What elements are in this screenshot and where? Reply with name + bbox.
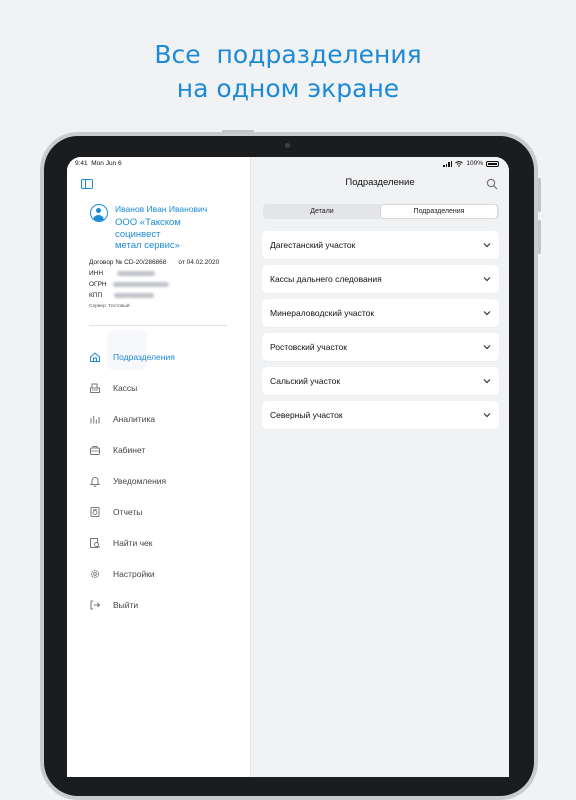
- sidebar-item-logout[interactable]: Выйти: [89, 598, 138, 612]
- home-icon: [89, 351, 101, 363]
- sidebar-item-units[interactable]: Подразделения: [89, 350, 175, 364]
- tab-details[interactable]: Детали: [263, 204, 381, 219]
- chevron-down-icon: [483, 345, 491, 350]
- chevron-down-icon: [483, 413, 491, 418]
- sidebar-item-settings[interactable]: Настройки: [89, 567, 155, 581]
- status-indicators: 100%: [443, 160, 499, 167]
- bell-icon: [89, 475, 101, 487]
- ogrn-label: ОГРН: [89, 281, 107, 288]
- kpp-row: КПП: [89, 292, 155, 299]
- search-icon[interactable]: [486, 178, 498, 190]
- list-item[interactable]: Минераловодский участок: [262, 299, 499, 327]
- inn-row: ИНН: [89, 270, 156, 277]
- chevron-down-icon: [483, 243, 491, 248]
- find-receipt-icon: [89, 537, 101, 549]
- headline-line-2: на одном экране: [176, 74, 400, 103]
- unit-name: Сальский участок: [270, 376, 341, 386]
- status-time: 9:41 Mon Jun 6: [75, 160, 122, 167]
- unit-name: Ростовский участок: [270, 342, 347, 352]
- sidebar-item-analytics[interactable]: Аналитика: [89, 412, 155, 426]
- contract-date: от 04.02.2020: [178, 259, 220, 266]
- page-title: Подразделение: [345, 177, 415, 188]
- list-item[interactable]: Дагестанский участок: [262, 231, 499, 259]
- sidebar-toggle-icon[interactable]: [81, 179, 93, 189]
- register-icon: [89, 382, 101, 394]
- sidebar-item-find-receipt[interactable]: Найти чек: [89, 536, 153, 550]
- status-date: Mon Jun 6: [91, 160, 122, 167]
- chevron-down-icon: [483, 311, 491, 316]
- sidebar: Иванов Иван Иванович ООО «Такском социнв…: [67, 157, 251, 777]
- chevron-down-icon: [483, 379, 491, 384]
- server-info: Сервер: Тестовый: [89, 304, 130, 309]
- sidebar-item-cabinet[interactable]: Кабинет: [89, 443, 145, 457]
- sidebar-item-label: Кассы: [113, 383, 138, 393]
- chevron-down-icon: [483, 277, 491, 282]
- contract-number: Договор № CD-20/286868: [89, 259, 167, 266]
- headline-line-1: Все подразделения: [154, 40, 422, 69]
- kpp-value-redacted: [114, 292, 155, 298]
- promo-headline: Все подразделения на одном экране: [0, 38, 576, 106]
- ogrn-value-redacted: [112, 281, 169, 287]
- kpp-label: КПП: [89, 292, 103, 299]
- battery-percent: 100%: [466, 160, 483, 167]
- briefcase-icon: [89, 444, 101, 456]
- org-line-3: метал сервис»: [115, 240, 180, 251]
- gear-icon: [89, 568, 101, 580]
- signal-icon: [443, 160, 453, 167]
- sidebar-item-label: Настройки: [113, 569, 155, 579]
- sidebar-item-reports[interactable]: Отчеты: [89, 505, 142, 519]
- sidebar-item-label: Аналитика: [113, 414, 156, 424]
- sidebar-item-registers[interactable]: Кассы: [89, 381, 137, 395]
- list-item[interactable]: Сальский участок: [262, 367, 499, 395]
- ogrn-row: ОГРН: [89, 281, 169, 288]
- unit-name: Минераловодский участок: [270, 308, 375, 318]
- sidebar-item-label: Кабинет: [113, 445, 146, 455]
- contract-info: Договор № CD-20/286868 от 04.02.2020: [89, 259, 219, 266]
- segmented-control: Детали Подразделения: [263, 204, 499, 219]
- org-line-1: ООО «Такском: [115, 217, 181, 228]
- avatar[interactable]: [90, 204, 108, 222]
- unit-name: Кассы дальнего следования: [270, 274, 382, 284]
- chart-icon: [89, 413, 101, 425]
- camera-dot: [285, 143, 290, 148]
- inn-label: ИНН: [89, 270, 104, 277]
- tab-units[interactable]: Подразделения: [381, 205, 497, 218]
- tablet-screen: Иванов Иван Иванович ООО «Такском социнв…: [67, 157, 509, 777]
- unit-name: Дагестанский участок: [270, 240, 356, 250]
- battery-icon: [486, 160, 499, 167]
- sidebar-item-label: Подразделения: [113, 352, 175, 362]
- unit-name: Северный участок: [270, 410, 343, 420]
- org-line-2: социнвест: [115, 228, 161, 240]
- organization-name[interactable]: ООО «Такском социнвест метал сервис»: [115, 217, 215, 252]
- status-clock: 9:41: [75, 160, 88, 167]
- sidebar-divider: [89, 325, 227, 326]
- main-panel: Подразделение Детали Подразделения Дагес…: [251, 157, 509, 777]
- sidebar-item-notifications[interactable]: Уведомления: [89, 474, 166, 488]
- tablet-volume-down: [538, 220, 541, 254]
- wifi-icon: [455, 160, 464, 167]
- report-icon: [89, 506, 101, 518]
- sidebar-item-label: Уведомления: [113, 476, 167, 486]
- status-bar: 9:41 Mon Jun 6 100%: [67, 157, 509, 171]
- list-item[interactable]: Ростовский участок: [262, 333, 499, 361]
- user-name[interactable]: Иванов Иван Иванович: [115, 204, 207, 214]
- inn-value-redacted: [117, 270, 156, 276]
- sidebar-item-label: Отчеты: [113, 507, 143, 517]
- list-item[interactable]: Северный участок: [262, 401, 499, 429]
- logout-icon: [89, 599, 101, 611]
- sidebar-item-label: Выйти: [113, 600, 139, 610]
- tablet-volume-up: [538, 178, 541, 212]
- tablet-top-button: [222, 130, 254, 133]
- sidebar-item-label: Найти чек: [113, 538, 153, 548]
- list-item[interactable]: Кассы дальнего следования: [262, 265, 499, 293]
